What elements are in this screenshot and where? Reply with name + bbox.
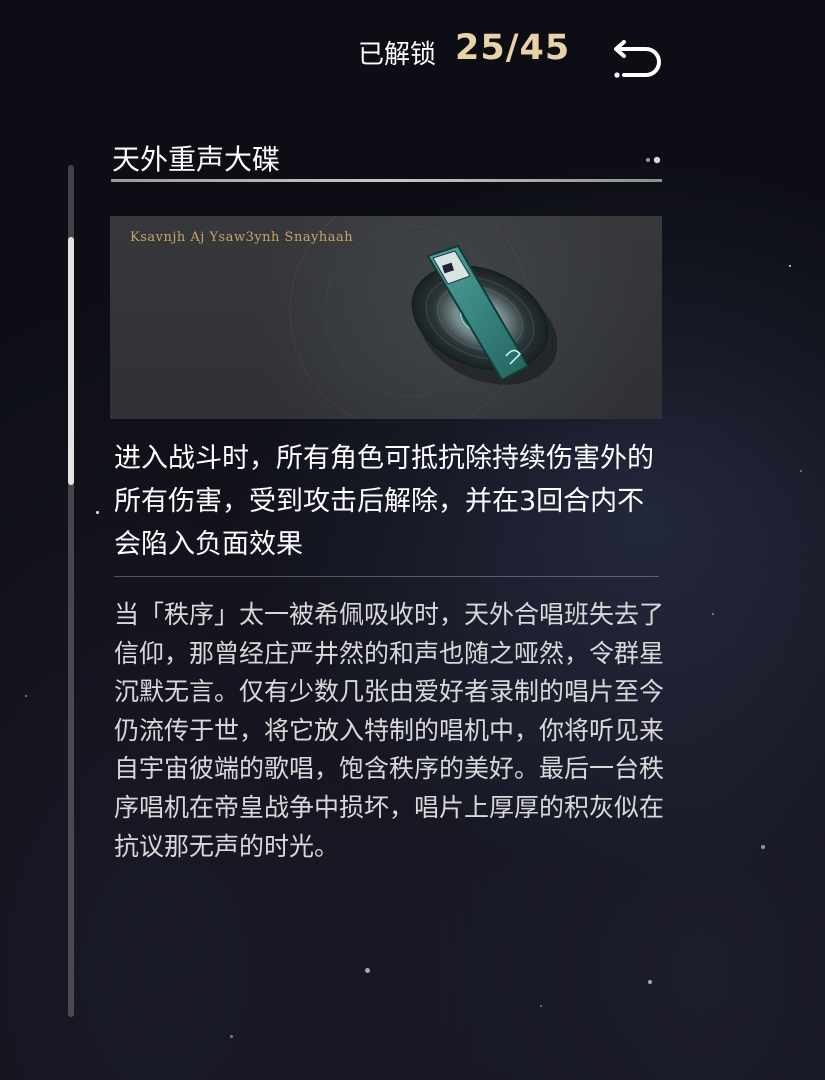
lore-description: 当「秩序」太一被希佩吸收时，天外合唱班失去了信仰，那曾经庄严井然的和声也随之哑然… bbox=[114, 600, 665, 861]
background-star bbox=[648, 980, 652, 984]
unlock-count: 25/45 bbox=[455, 28, 571, 68]
top-bar: 已解锁 25/45 bbox=[0, 0, 825, 110]
back-button[interactable] bbox=[606, 28, 670, 84]
background-star bbox=[800, 470, 802, 472]
background-star bbox=[25, 695, 27, 697]
background-star bbox=[365, 968, 370, 973]
background-star bbox=[540, 1005, 542, 1007]
unlock-label: 已解锁 bbox=[358, 40, 437, 70]
background-star bbox=[761, 845, 765, 849]
scrollbar-thumb[interactable] bbox=[68, 237, 74, 485]
section-divider bbox=[114, 576, 659, 577]
item-title: 天外重声大碟 bbox=[112, 143, 281, 176]
ellipsis-dots-icon bbox=[646, 156, 661, 164]
background-star bbox=[96, 511, 99, 514]
background-star bbox=[230, 1035, 233, 1038]
vinyl-record-icon bbox=[411, 244, 558, 385]
title-underline bbox=[111, 179, 662, 182]
item-banner: Ksavnjh Aj Ysaw3ynh Snayhaah bbox=[110, 216, 662, 419]
background-star bbox=[712, 613, 714, 615]
return-arrow-icon bbox=[614, 40, 661, 78]
effect-description: 进入战斗时，所有角色可抵抗除持续伤害外的所有伤害，受到攻击后解除，并在3回合内不… bbox=[114, 443, 654, 560]
background-star bbox=[789, 265, 791, 267]
